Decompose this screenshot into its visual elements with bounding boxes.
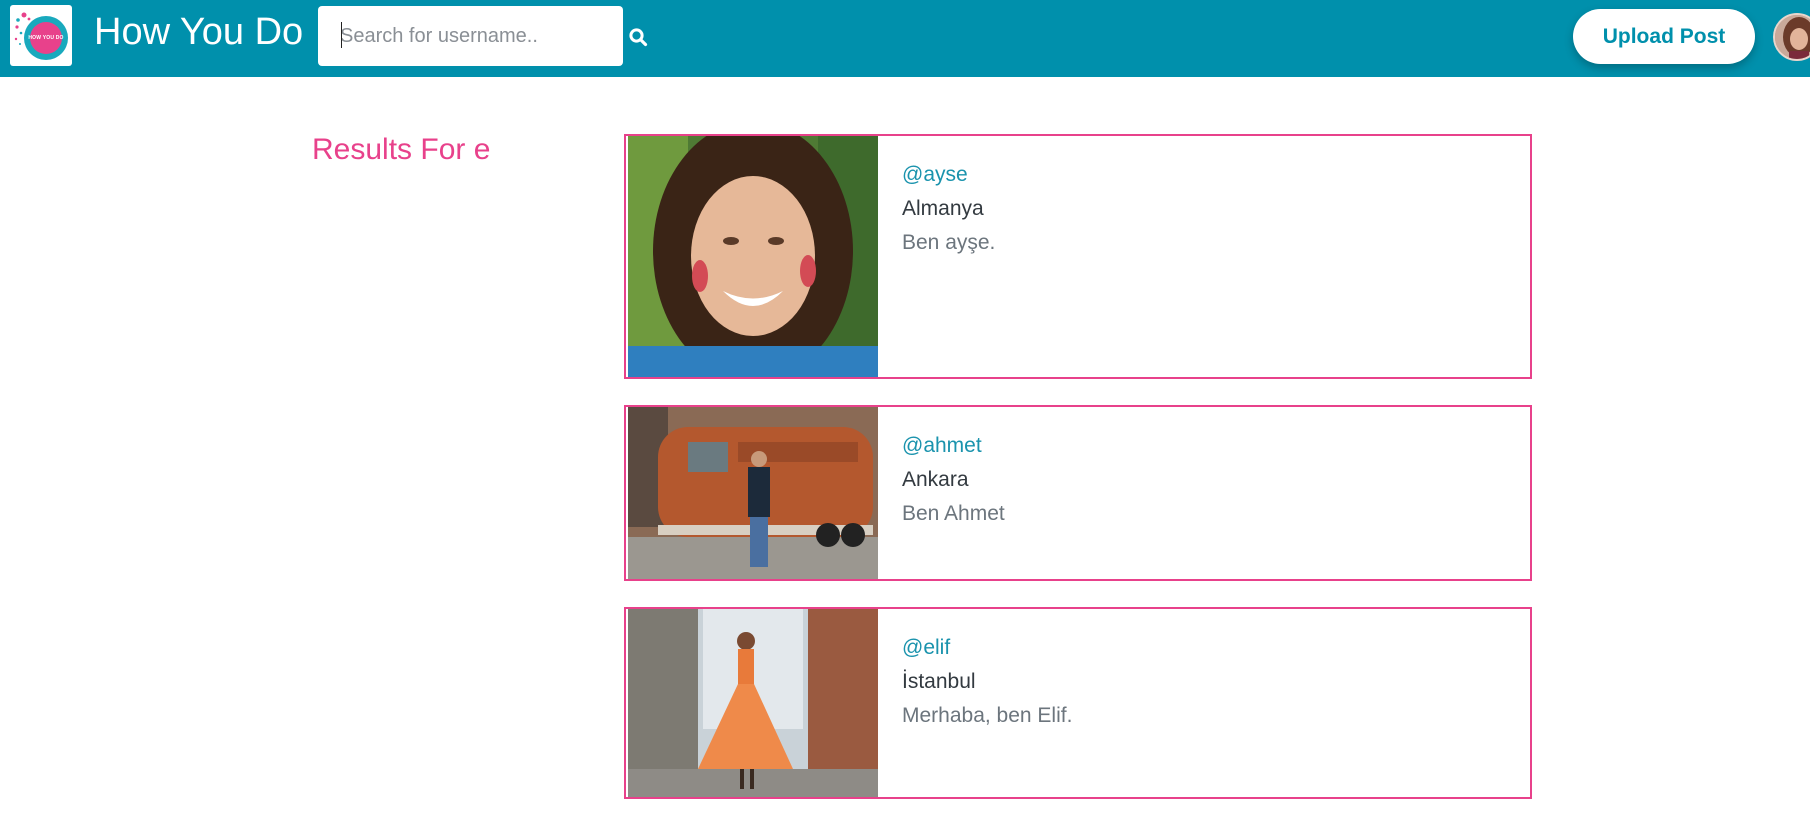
- results-heading: Results For e: [312, 133, 491, 166]
- user-photo[interactable]: [628, 407, 878, 579]
- username-link[interactable]: @elif: [902, 636, 950, 660]
- user-result-card[interactable]: @ahmet Ankara Ben Ahmet: [624, 405, 1532, 581]
- search-icon: [629, 28, 648, 47]
- user-photo[interactable]: [628, 609, 878, 797]
- user-bio: Merhaba, ben Elif.: [902, 704, 1073, 727]
- top-navbar: HOW YOU DO How You Do Upload Post: [0, 0, 1810, 77]
- user-photo[interactable]: [628, 136, 878, 377]
- user-result-card[interactable]: @elif İstanbul Merhaba, ben Elif.: [624, 607, 1532, 799]
- avatar-image: [1775, 15, 1810, 59]
- text-cursor: [341, 22, 342, 48]
- user-result-card[interactable]: @ayse Almanya Ben ayşe.: [624, 134, 1532, 379]
- username-link[interactable]: @ahmet: [902, 434, 982, 458]
- user-location: Almanya: [902, 197, 984, 220]
- logo-text: HOW YOU DO: [28, 35, 64, 41]
- user-photo-image: [628, 407, 878, 579]
- user-location: Ankara: [902, 468, 969, 491]
- app-title[interactable]: How You Do: [94, 10, 303, 54]
- user-location: İstanbul: [902, 670, 976, 693]
- logo-inner-circle: HOW YOU DO: [28, 22, 64, 54]
- user-bio: Ben Ahmet: [902, 502, 1005, 525]
- user-avatar[interactable]: [1773, 13, 1810, 61]
- search-button[interactable]: [626, 25, 650, 49]
- user-bio: Ben ayşe.: [902, 231, 996, 254]
- upload-post-button[interactable]: Upload Post: [1573, 9, 1755, 64]
- user-photo-image: [628, 609, 878, 797]
- user-photo-image: [628, 136, 878, 377]
- username-link[interactable]: @ayse: [902, 163, 968, 187]
- app-logo[interactable]: HOW YOU DO: [10, 5, 72, 66]
- search-input[interactable]: [318, 6, 623, 66]
